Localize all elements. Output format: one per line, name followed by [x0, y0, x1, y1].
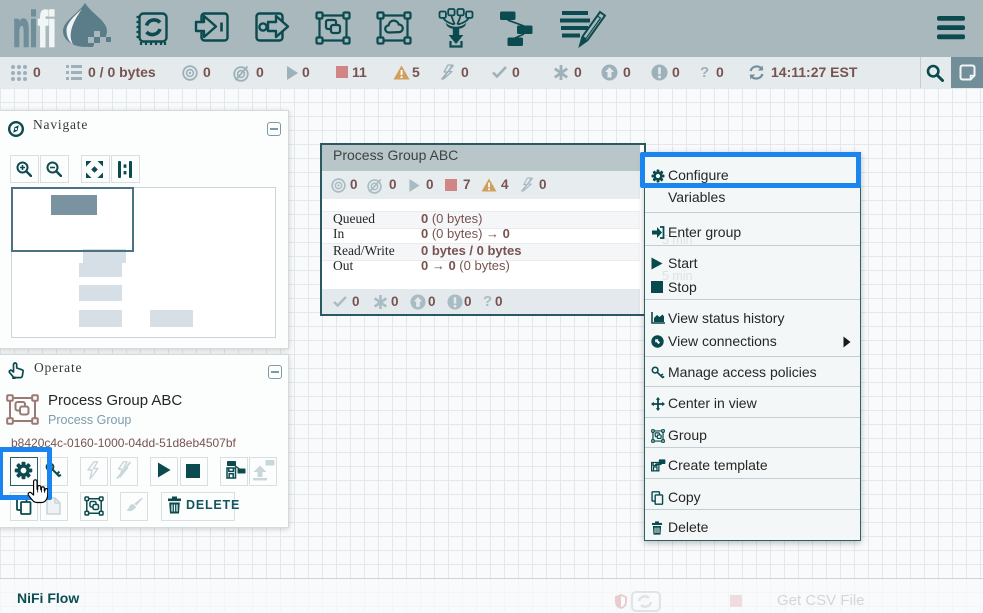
svg-text:fi: fi: [38, 1, 56, 50]
svg-text:ni: ni: [13, 3, 37, 50]
